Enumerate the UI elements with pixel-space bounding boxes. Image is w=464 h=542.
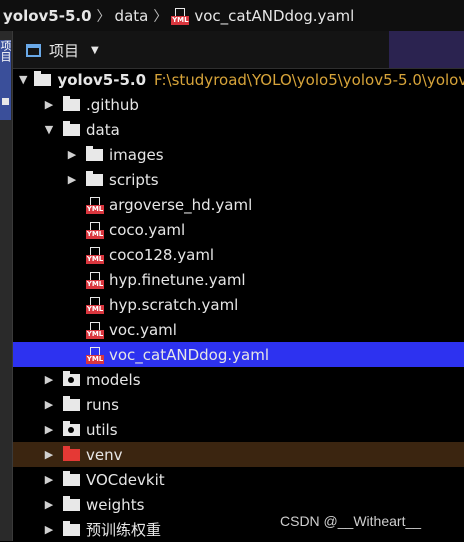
folder-icon: [63, 471, 81, 487]
yaml-file-icon: YML: [171, 8, 190, 25]
tree-item-label: voc_catANDdog.yaml: [109, 345, 269, 364]
folder-icon: [63, 521, 81, 537]
yaml-file-icon: YML: [86, 222, 104, 239]
tree-item-label: venv: [86, 445, 123, 464]
tab-square-icon: [2, 98, 9, 105]
tree-item-label: coco.yaml: [109, 220, 186, 239]
dropdown-caret-icon[interactable]: ▼: [91, 45, 99, 56]
project-tool-tab[interactable]: 项目: [0, 40, 12, 120]
tree-item-label: hyp.finetune.yaml: [109, 270, 246, 289]
collapsed-chevron-icon[interactable]: ▶: [42, 398, 56, 411]
folder-icon: [63, 496, 81, 512]
folder-icon: [34, 71, 52, 87]
collapsed-chevron-icon[interactable]: ▶: [42, 523, 56, 536]
collapsed-chevron-icon[interactable]: ▶: [42, 473, 56, 486]
tree-row-yaml-file[interactable]: YML coco128.yaml: [13, 242, 464, 267]
tree-item-label: data: [86, 120, 120, 139]
expanded-chevron-icon[interactable]: ▼: [42, 123, 56, 136]
tree-item-label: voc.yaml: [109, 320, 177, 339]
tree-row-yaml-file[interactable]: YML hyp.scratch.yaml: [13, 292, 464, 317]
tree-row-models[interactable]: ▶ models: [13, 367, 464, 392]
project-window-icon: [26, 43, 41, 57]
breadcrumb-file-label: voc_catANDdog.yaml: [194, 6, 355, 25]
tree-row-images[interactable]: ▶ images: [13, 142, 464, 167]
tree-row-selected-yaml-file[interactable]: YML voc_catANDdog.yaml: [13, 342, 464, 367]
tree-item-label: argoverse_hd.yaml: [109, 195, 253, 214]
yaml-file-icon: YML: [86, 247, 104, 264]
yaml-file-icon: YML: [86, 297, 104, 314]
tree-row-scripts[interactable]: ▶ scripts: [13, 167, 464, 192]
breadcrumb-data-folder[interactable]: data: [115, 7, 149, 25]
collapsed-chevron-icon[interactable]: ▶: [42, 98, 56, 111]
tree-row-yaml-file[interactable]: YML argoverse_hd.yaml: [13, 192, 464, 217]
tree-item-label: coco128.yaml: [109, 245, 215, 264]
watermark-text: CSDN @__Witheart__: [280, 513, 422, 529]
folder-icon: [86, 146, 104, 162]
tree-row-yaml-file[interactable]: YML hyp.finetune.yaml: [13, 267, 464, 292]
collapsed-chevron-icon[interactable]: ▶: [42, 373, 56, 386]
tree-row-data[interactable]: ▼ data: [13, 117, 464, 142]
tree-item-label: models: [86, 370, 141, 389]
folder-icon: [86, 171, 104, 187]
tree-item-label: VOCdevkit: [86, 470, 165, 489]
project-tree: ▼ yolov5-5.0 F:\studyroad\YOLO\yolo5\yol…: [13, 67, 464, 542]
navigation-breadcrumb: yolov5-5.0 〉 data 〉 YML voc_catANDdog.ya…: [0, 0, 464, 31]
project-panel-header: 项目 ▼: [13, 31, 464, 69]
tree-item-label: weights: [86, 495, 145, 514]
collapsed-chevron-icon[interactable]: ▶: [65, 173, 79, 186]
project-panel-title: 项目: [49, 41, 80, 60]
collapsed-chevron-icon[interactable]: ▶: [65, 148, 79, 161]
package-folder-icon: [63, 371, 81, 387]
project-view-selector[interactable]: 项目 ▼: [26, 38, 99, 62]
tree-item-label: utils: [86, 420, 118, 439]
yaml-file-icon: YML: [86, 322, 104, 339]
collapsed-chevron-icon[interactable]: ▶: [42, 423, 56, 436]
tree-item-label: 预训练权重: [86, 521, 162, 539]
breadcrumb-project[interactable]: yolov5-5.0: [0, 7, 92, 25]
tree-row-github[interactable]: ▶ .github: [13, 92, 464, 117]
tree-row-yaml-file[interactable]: YML coco.yaml: [13, 217, 464, 242]
folder-icon: [63, 396, 81, 412]
tree-row-vocdevkit[interactable]: ▶ VOCdevkit: [13, 467, 464, 492]
yaml-file-icon: YML: [86, 347, 104, 364]
tree-row-runs[interactable]: ▶ runs: [13, 392, 464, 417]
tree-row-utils[interactable]: ▶ utils: [13, 417, 464, 442]
yaml-file-icon: YML: [86, 272, 104, 289]
header-toolbar-area: [389, 31, 464, 68]
tree-row-yaml-file[interactable]: YML voc.yaml: [13, 317, 464, 342]
left-tool-strip: 项目: [0, 31, 13, 541]
tree-item-label: .github: [86, 95, 139, 114]
collapsed-chevron-icon[interactable]: ▶: [42, 448, 56, 461]
tree-item-label: hyp.scratch.yaml: [109, 295, 239, 314]
breadcrumb-file[interactable]: YML voc_catANDdog.yaml: [171, 7, 354, 25]
tree-item-label: scripts: [109, 170, 159, 189]
yaml-file-icon: YML: [86, 197, 104, 214]
breadcrumb-separator: 〉: [153, 8, 168, 25]
folder-icon: [63, 96, 81, 112]
tree-root-path: F:\studyroad\YOLO\yolo5\yolov5-5.0\yolov: [154, 70, 464, 89]
package-folder-icon: [63, 421, 81, 437]
tree-row-venv[interactable]: ▶ venv: [13, 442, 464, 467]
excluded-folder-icon: [63, 446, 81, 462]
project-tool-tab-label: 项目: [0, 40, 12, 62]
expanded-chevron-icon[interactable]: ▼: [19, 73, 27, 86]
collapsed-chevron-icon[interactable]: ▶: [42, 498, 56, 511]
tree-item-label: runs: [86, 395, 119, 414]
tree-row-root[interactable]: ▼ yolov5-5.0 F:\studyroad\YOLO\yolo5\yol…: [13, 67, 464, 92]
tree-root-label: yolov5-5.0: [57, 70, 147, 89]
folder-icon: [63, 121, 81, 137]
tree-item-label: images: [109, 145, 164, 164]
breadcrumb-separator: 〉: [96, 8, 111, 25]
